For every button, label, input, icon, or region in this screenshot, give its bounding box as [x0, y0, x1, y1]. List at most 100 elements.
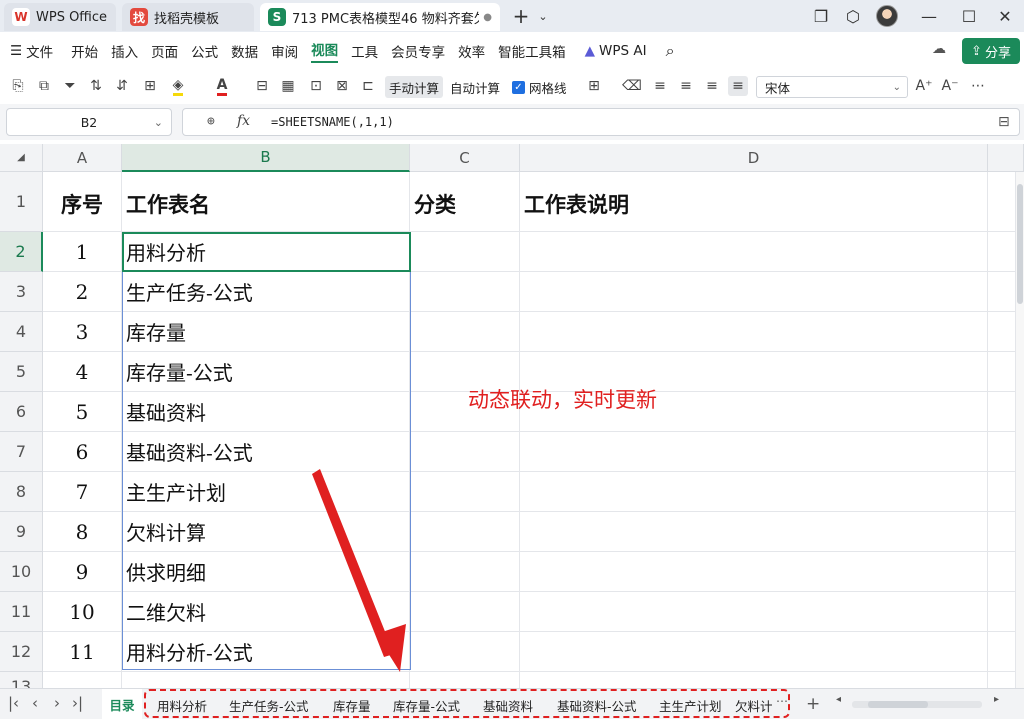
minimize-icon[interactable]: —	[916, 4, 942, 28]
add-sheet-icon[interactable]: +	[806, 694, 820, 714]
table-cell[interactable]	[988, 552, 1016, 592]
row-header[interactable]: 11	[0, 592, 43, 632]
table-cell[interactable]	[520, 432, 988, 472]
sheet-tab[interactable]: 库存量	[328, 694, 376, 716]
search-icon[interactable]: ⌕	[666, 41, 675, 61]
more-sheets-icon[interactable]: ⋯	[776, 694, 788, 708]
menu-item[interactable]: 公式	[191, 41, 218, 61]
table-cell[interactable]: 8	[43, 512, 122, 552]
column-header-c[interactable]: C	[410, 144, 520, 172]
table-cell[interactable]: 5	[43, 392, 122, 432]
table-cell[interactable]	[43, 672, 122, 688]
table-cell[interactable]	[988, 352, 1016, 392]
column-header-a[interactable]: A	[43, 144, 122, 172]
sheet-tab[interactable]: 生产任务-公式	[224, 694, 314, 716]
clipboard-icon[interactable]: ⧉	[34, 76, 54, 96]
row-header[interactable]: 8	[0, 472, 43, 512]
menu-item[interactable]: 视图	[311, 39, 339, 63]
vertical-scrollbar[interactable]	[1016, 172, 1024, 688]
row-header[interactable]: 3	[0, 272, 43, 312]
font-color-icon[interactable]: A	[212, 76, 232, 96]
table-cell[interactable]	[410, 672, 520, 688]
font-family-select[interactable]: 宋体 ⌄	[756, 76, 908, 98]
name-box[interactable]: B2 ⌄	[6, 108, 172, 136]
table-cell[interactable]	[988, 472, 1016, 512]
table-cell[interactable]	[520, 232, 988, 272]
row-header[interactable]: 5	[0, 352, 43, 392]
tab-template[interactable]: 找 找稻壳模板	[122, 3, 254, 31]
table-cell[interactable]: 库存量-公式	[122, 352, 410, 392]
table-cell[interactable]: 11	[43, 632, 122, 672]
menu-item[interactable]: 页面	[151, 41, 178, 61]
table-cell[interactable]	[410, 472, 520, 512]
split-icon[interactable]: ⊡	[306, 76, 326, 96]
menu-item[interactable]: 审阅	[271, 41, 298, 61]
scroll-right-icon[interactable]: ▸	[994, 694, 999, 705]
align-center-icon[interactable]: ≡	[676, 76, 696, 96]
table-cell[interactable]	[988, 392, 1016, 432]
unsaved-dot-icon[interactable]: ●	[483, 12, 492, 23]
table-cell[interactable]	[520, 472, 988, 512]
clear-format-icon[interactable]: ⌫	[622, 76, 642, 96]
row-header[interactable]: 2	[0, 232, 43, 272]
table-cell[interactable]	[520, 552, 988, 592]
row-header[interactable]: 12	[0, 632, 43, 672]
cube-icon[interactable]: ⬡	[840, 4, 866, 28]
select-all-corner[interactable]: ◢	[0, 144, 43, 172]
sort-desc-icon[interactable]: ⇵	[112, 76, 132, 96]
table-cell[interactable]	[988, 632, 1016, 672]
table-cell[interactable]: 2	[43, 272, 122, 312]
menu-item[interactable]: 会员专享	[391, 41, 445, 61]
merge-icon[interactable]: ⊟	[252, 76, 272, 96]
menu-item[interactable]: 数据	[231, 41, 258, 61]
align-justify-icon[interactable]: ≡	[728, 76, 748, 96]
table-cell[interactable]	[988, 672, 1016, 688]
more-icon[interactable]: ⋯	[968, 76, 988, 96]
paste-format-icon[interactable]: ⎘	[8, 76, 28, 96]
fill-color-icon[interactable]: ◈	[168, 76, 188, 96]
scroll-left-icon[interactable]: ◂	[836, 694, 841, 705]
header-cell[interactable]: 序号	[43, 172, 122, 232]
fx-icon[interactable]: fx	[237, 113, 250, 129]
table-cell[interactable]: 10	[43, 592, 122, 632]
row-header[interactable]: 7	[0, 432, 43, 472]
share-button[interactable]: ⇪ 分享	[962, 38, 1020, 64]
header-cell[interactable]: 分类	[410, 172, 520, 232]
avatar[interactable]	[874, 4, 900, 28]
table-cell[interactable]	[520, 272, 988, 312]
table-cell[interactable]	[410, 632, 520, 672]
font-increase-icon[interactable]: A⁺	[914, 76, 934, 96]
font-decrease-icon[interactable]: A⁻	[940, 76, 960, 96]
align-right-icon[interactable]: ≡	[702, 76, 722, 96]
table-style-icon[interactable]: ⊞	[584, 76, 604, 96]
table-cell[interactable]	[520, 632, 988, 672]
gridlines-toggle[interactable]: ✓ 网格线	[508, 76, 571, 98]
checkbox-checked-icon[interactable]: ✓	[512, 80, 525, 94]
column-header-e[interactable]	[988, 144, 1024, 172]
header-cell[interactable]: 工作表说明	[520, 172, 988, 232]
table-cell[interactable]	[410, 272, 520, 312]
row-header[interactable]: 1	[0, 172, 43, 232]
tab-spreadsheet[interactable]: S 713 PMC表格模型46 物料齐套欠 ●	[260, 3, 500, 31]
freeze-icon[interactable]: ▦	[278, 76, 298, 96]
table-cell[interactable]	[410, 232, 520, 272]
first-sheet-icon[interactable]: |‹	[8, 694, 19, 712]
border-icon[interactable]: ⊞	[140, 76, 160, 96]
table-cell[interactable]: 9	[43, 552, 122, 592]
horizontal-scrollbar[interactable]	[852, 701, 982, 708]
menu-file[interactable]: 文件	[26, 41, 53, 61]
row-header[interactable]: 4	[0, 312, 43, 352]
table-cell[interactable]	[988, 592, 1016, 632]
table-cell[interactable]: 基础资料	[122, 392, 410, 432]
table-cell[interactable]	[410, 432, 520, 472]
table-cell[interactable]	[988, 172, 1016, 232]
insert-icon[interactable]: ⊏	[358, 76, 378, 96]
table-cell[interactable]: 用料分析	[122, 232, 410, 272]
last-sheet-icon[interactable]: ›|	[72, 694, 83, 712]
table-cell[interactable]: 6	[43, 432, 122, 472]
manual-calc-button[interactable]: 手动计算	[385, 76, 444, 98]
table-cell[interactable]	[988, 312, 1016, 352]
sheet-tab[interactable]: 基础资料-公式	[552, 694, 642, 716]
next-sheet-icon[interactable]: ›	[54, 694, 60, 712]
sheet-tab[interactable]: 库存量-公式	[388, 694, 465, 716]
